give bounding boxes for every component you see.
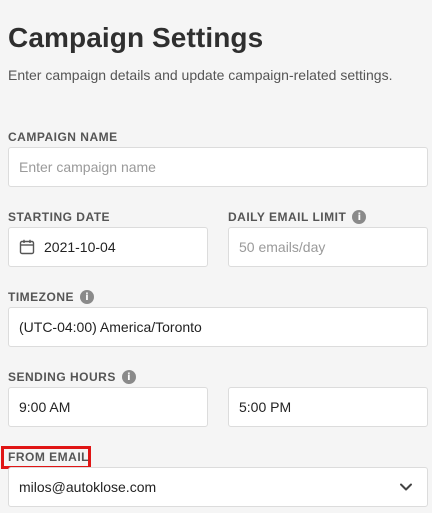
- starting-date-field[interactable]: 2021-10-04: [8, 227, 208, 267]
- info-icon[interactable]: i: [352, 210, 367, 224]
- campaign-name-label-text: CAMPAIGN NAME: [8, 130, 118, 144]
- page-subtitle: Enter campaign details and update campai…: [8, 67, 393, 83]
- campaign-name-label: CAMPAIGN NAME: [8, 130, 118, 144]
- sending-hours-start-field[interactable]: 9:00 AM: [8, 387, 208, 427]
- daily-email-limit-label: DAILY EMAIL LIMIT i: [228, 210, 367, 224]
- sending-hours-end-value: 5:00 PM: [239, 399, 292, 415]
- starting-date-label: STARTING DATE: [8, 210, 110, 224]
- sending-hours-label-text: SENDING HOURS: [8, 370, 116, 384]
- starting-date-label-text: STARTING DATE: [8, 210, 111, 224]
- chevron-down-icon[interactable]: [399, 480, 413, 494]
- daily-email-limit-label-text: DAILY EMAIL LIMIT: [228, 210, 347, 224]
- from-email-value: milos@autoklose.com: [19, 479, 157, 495]
- from-email-select[interactable]: milos@autoklose.com: [8, 467, 428, 507]
- calendar-icon: [19, 239, 35, 255]
- campaign-settings-page: Campaign Settings Enter campaign details…: [0, 0, 432, 513]
- page-title: Campaign Settings: [8, 22, 264, 53]
- timezone-label-text: TIMEZONE: [8, 290, 74, 304]
- campaign-name-field[interactable]: [8, 147, 428, 187]
- sending-hours-end-field[interactable]: 5:00 PM: [228, 387, 428, 427]
- starting-date-value: 2021-10-04: [44, 239, 116, 255]
- timezone-value: (UTC-04:00) America/Toronto: [19, 319, 202, 335]
- daily-email-limit-input[interactable]: [239, 239, 417, 255]
- daily-email-limit-field[interactable]: [228, 227, 428, 267]
- sending-hours-label: SENDING HOURS i: [8, 370, 136, 384]
- timezone-field[interactable]: (UTC-04:00) America/Toronto: [8, 307, 428, 347]
- sending-hours-start-value: 9:00 AM: [19, 399, 71, 415]
- info-icon[interactable]: i: [80, 290, 94, 304]
- info-icon[interactable]: i: [121, 370, 136, 384]
- highlight-box: [1, 446, 91, 469]
- timezone-label: TIMEZONE i: [8, 290, 94, 304]
- campaign-name-input[interactable]: [19, 159, 417, 175]
